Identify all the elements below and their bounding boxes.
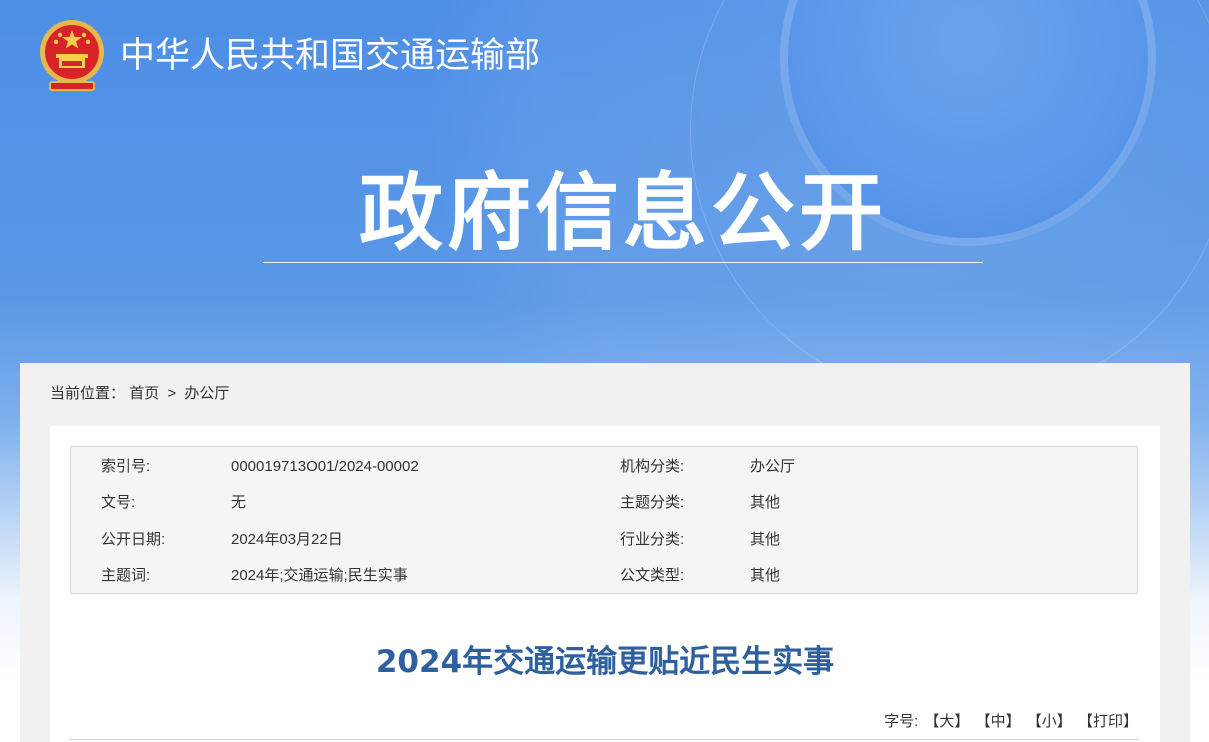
national-emblem-icon	[36, 18, 108, 94]
breadcrumb-label: 当前位置：	[50, 385, 126, 402]
print-button[interactable]: 【打印】	[1078, 711, 1138, 733]
metadata-value: 其他	[750, 567, 781, 584]
breadcrumb: 当前位置： 首页 > 办公厅	[50, 383, 229, 405]
main-panel: 当前位置： 首页 > 办公厅 索引号: 000019713O01/2024-00…	[20, 363, 1190, 742]
metadata-key: 文号:	[101, 494, 136, 511]
article-title: 2024年交通运输更贴近民生实事	[375, 644, 835, 680]
metadata-value: 000019713O01/2024-00002	[231, 458, 419, 475]
metadata-value: 其他	[750, 494, 781, 511]
article-content: 索引号: 000019713O01/2024-00002 机构分类: 办公厅 文…	[50, 426, 1160, 742]
metadata-value: 2024年03月22日	[231, 531, 343, 548]
metadata-key: 公文类型:	[620, 567, 685, 584]
metadata-row: 公开日期: 2024年03月22日 行业分类: 其他	[71, 522, 1137, 558]
site-name[interactable]: 中华人民共和国交通运输部	[120, 30, 540, 82]
font-size-controls: 字号: 【大】 【中】 【小】 【打印】	[884, 711, 1138, 733]
metadata-value: 其他	[750, 531, 781, 548]
metadata-value: 2024年;交通运输;民生实事	[231, 567, 408, 584]
font-size-small-button[interactable]: 【小】	[1027, 711, 1072, 733]
metadata-key: 主题词:	[101, 567, 151, 584]
metadata-key: 公开日期:	[101, 531, 166, 548]
font-size-label: 字号:	[884, 713, 919, 730]
document-metadata-table: 索引号: 000019713O01/2024-00002 机构分类: 办公厅 文…	[70, 446, 1138, 594]
breadcrumb-home-link[interactable]: 首页	[129, 383, 159, 405]
metadata-row: 主题词: 2024年;交通运输;民生实事 公文类型: 其他	[71, 558, 1137, 594]
metadata-row: 索引号: 000019713O01/2024-00002 机构分类: 办公厅	[71, 449, 1137, 485]
section-title-underline	[263, 262, 983, 263]
section-title: 政府信息公开	[358, 164, 887, 262]
breadcrumb-current-link[interactable]: 办公厅	[184, 383, 229, 405]
metadata-value: 无	[231, 494, 247, 511]
metadata-key: 索引号:	[101, 458, 151, 475]
metadata-row: 文号: 无 主题分类: 其他	[71, 485, 1137, 521]
metadata-value: 办公厅	[750, 458, 796, 475]
font-size-large-button[interactable]: 【大】	[924, 711, 969, 733]
font-size-medium-button[interactable]: 【中】	[976, 711, 1021, 733]
divider	[70, 739, 1138, 740]
breadcrumb-separator: >	[167, 385, 177, 402]
metadata-key: 行业分类:	[620, 531, 685, 548]
metadata-key: 主题分类:	[620, 494, 685, 511]
metadata-key: 机构分类:	[620, 458, 685, 475]
